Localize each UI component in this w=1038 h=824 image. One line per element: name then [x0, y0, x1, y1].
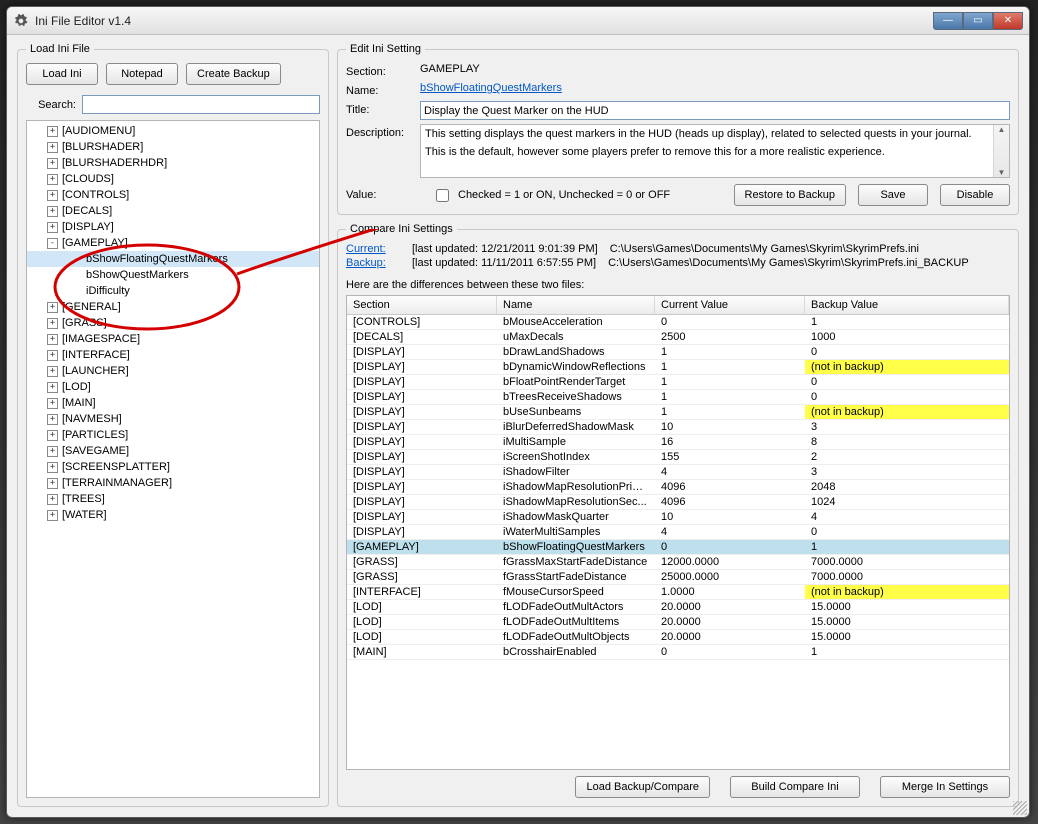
table-row[interactable]: [DISPLAY]bUseSunbeams1(not in backup) [347, 405, 1009, 420]
gear-icon [13, 13, 29, 29]
tree-node[interactable]: +[AUDIOMENU] [27, 123, 319, 139]
value-label: Value: [346, 189, 420, 201]
title-input[interactable] [420, 101, 1010, 120]
table-row[interactable]: [DISPLAY]bTreesReceiveShadows10 [347, 390, 1009, 405]
tree-node[interactable]: +[WATER] [27, 507, 319, 523]
backup-link[interactable]: Backup: [346, 257, 400, 269]
section-label: Section: [346, 63, 420, 78]
table-row[interactable]: [DISPLAY]iShadowMaskQuarter104 [347, 510, 1009, 525]
disable-button[interactable]: Disable [940, 184, 1010, 206]
tree-node[interactable]: +[GENERAL] [27, 299, 319, 315]
tree-node[interactable]: +[DECALS] [27, 203, 319, 219]
tree-node[interactable]: bShowQuestMarkers [27, 267, 319, 283]
merge-settings-button[interactable]: Merge In Settings [880, 776, 1010, 798]
table-row[interactable]: [DISPLAY]iMultiSample168 [347, 435, 1009, 450]
diff-table: Section Name Current Value Backup Value … [346, 295, 1010, 770]
table-row[interactable]: [DISPLAY]iBlurDeferredShadowMask103 [347, 420, 1009, 435]
table-row[interactable]: [DISPLAY]iShadowFilter43 [347, 465, 1009, 480]
tree-node[interactable]: +[SAVEGAME] [27, 443, 319, 459]
load-ini-legend: Load Ini File [26, 43, 94, 55]
table-row[interactable]: [GRASS]fGrassMaxStartFadeDistance12000.0… [347, 555, 1009, 570]
table-row[interactable]: [GAMEPLAY]bShowFloatingQuestMarkers01 [347, 540, 1009, 555]
load-ini-button[interactable]: Load Ini [26, 63, 98, 85]
app-window: Ini File Editor v1.4 — ▭ ✕ Load Ini File… [6, 6, 1030, 818]
table-row[interactable]: [LOD]fLODFadeOutMultActors20.000015.0000 [347, 600, 1009, 615]
table-row[interactable]: [DISPLAY]iShadowMapResolutionSec...40961… [347, 495, 1009, 510]
diff-label: Here are the differences between these t… [346, 279, 1010, 291]
description-label: Description: [346, 124, 420, 139]
tree-node[interactable]: +[SCREENSPLATTER] [27, 459, 319, 475]
minimize-button[interactable]: — [933, 12, 963, 30]
restore-backup-button[interactable]: Restore to Backup [734, 184, 847, 206]
table-row[interactable]: [DISPLAY]iWaterMultiSamples40 [347, 525, 1009, 540]
search-input[interactable] [82, 95, 320, 114]
table-row[interactable]: [CONTROLS]bMouseAcceleration01 [347, 315, 1009, 330]
tree-node[interactable]: iDifficulty [27, 283, 319, 299]
table-row[interactable]: [DISPLAY]bDynamicWindowReflections1(not … [347, 360, 1009, 375]
load-backup-compare-button[interactable]: Load Backup/Compare [575, 776, 710, 798]
tree-node[interactable]: bShowFloatingQuestMarkers [27, 251, 319, 267]
tree-node[interactable]: +[GRASS] [27, 315, 319, 331]
setting-name-link[interactable]: bShowFloatingQuestMarkers [420, 82, 562, 94]
tree-node[interactable]: +[PARTICLES] [27, 427, 319, 443]
maximize-button[interactable]: ▭ [963, 12, 993, 30]
edit-setting-legend: Edit Ini Setting [346, 43, 425, 55]
backup-path: C:\Users\Games\Documents\My Games\Skyrim… [608, 257, 969, 269]
diff-table-body[interactable]: [CONTROLS]bMouseAcceleration01[DECALS]uM… [347, 315, 1009, 769]
compare-panel: Compare Ini Settings Current: [last upda… [337, 223, 1019, 807]
ini-tree[interactable]: +[AUDIOMENU]+[BLURSHADER]+[BLURSHADERHDR… [26, 120, 320, 798]
tree-node[interactable]: +[INTERFACE] [27, 347, 319, 363]
table-row[interactable]: [LOD]fLODFadeOutMultObjects20.000015.000… [347, 630, 1009, 645]
resize-grip[interactable] [1013, 801, 1027, 815]
tree-node[interactable]: +[BLURSHADER] [27, 139, 319, 155]
table-row[interactable]: [GRASS]fGrassStartFadeDistance25000.0000… [347, 570, 1009, 585]
value-checkbox-label: Checked = 1 or ON, Unchecked = 0 or OFF [458, 189, 670, 201]
table-row[interactable]: [DISPLAY]bFloatPointRenderTarget10 [347, 375, 1009, 390]
tree-node[interactable]: +[NAVMESH] [27, 411, 319, 427]
save-button[interactable]: Save [858, 184, 928, 206]
current-path: C:\Users\Games\Documents\My Games\Skyrim… [610, 243, 919, 255]
tree-node[interactable]: +[IMAGESPACE] [27, 331, 319, 347]
col-name[interactable]: Name [497, 296, 655, 314]
table-row[interactable]: [INTERFACE]fMouseCursorSpeed1.0000(not i… [347, 585, 1009, 600]
col-section[interactable]: Section [347, 296, 497, 314]
tree-node[interactable]: +[LOD] [27, 379, 319, 395]
tree-node[interactable]: +[CLOUDS] [27, 171, 319, 187]
edit-setting-panel: Edit Ini Setting Section: GAMEPLAY Name:… [337, 43, 1019, 215]
title-label: Title: [346, 101, 420, 116]
search-label: Search: [26, 99, 76, 111]
table-row[interactable]: [DECALS]uMaxDecals25001000 [347, 330, 1009, 345]
tree-node[interactable]: +[TREES] [27, 491, 319, 507]
backup-updated: [last updated: 11/11/2011 6:57:55 PM] [412, 257, 596, 269]
current-updated: [last updated: 12/21/2011 9:01:39 PM] [412, 243, 598, 255]
build-compare-ini-button[interactable]: Build Compare Ini [730, 776, 860, 798]
table-row[interactable]: [MAIN]bCrosshairEnabled01 [347, 645, 1009, 660]
table-row[interactable]: [DISPLAY]iScreenShotIndex1552 [347, 450, 1009, 465]
tree-node[interactable]: +[DISPLAY] [27, 219, 319, 235]
close-button[interactable]: ✕ [993, 12, 1023, 30]
tree-node[interactable]: +[TERRAINMANAGER] [27, 475, 319, 491]
section-value: GAMEPLAY [420, 63, 1010, 75]
create-backup-button[interactable]: Create Backup [186, 63, 281, 85]
tree-node[interactable]: +[CONTROLS] [27, 187, 319, 203]
table-row[interactable]: [DISPLAY]bDrawLandShadows10 [347, 345, 1009, 360]
tree-node[interactable]: +[BLURSHADERHDR] [27, 155, 319, 171]
table-row[interactable]: [DISPLAY]iShadowMapResolutionPrim...4096… [347, 480, 1009, 495]
table-row[interactable]: [LOD]fLODFadeOutMultItems20.000015.0000 [347, 615, 1009, 630]
compare-legend: Compare Ini Settings [346, 223, 457, 235]
notepad-button[interactable]: Notepad [106, 63, 178, 85]
tree-node[interactable]: -[GAMEPLAY] [27, 235, 319, 251]
description-textarea[interactable]: This setting displays the quest markers … [420, 124, 1010, 178]
value-checkbox[interactable] [436, 189, 449, 202]
window-title: Ini File Editor v1.4 [35, 14, 131, 28]
col-current[interactable]: Current Value [655, 296, 805, 314]
scrollbar[interactable]: ▲▼ [993, 125, 1009, 177]
load-ini-panel: Load Ini File Load Ini Notepad Create Ba… [17, 43, 329, 807]
name-label: Name: [346, 82, 420, 97]
col-backup[interactable]: Backup Value [805, 296, 1009, 314]
tree-node[interactable]: +[MAIN] [27, 395, 319, 411]
tree-node[interactable]: +[LAUNCHER] [27, 363, 319, 379]
titlebar[interactable]: Ini File Editor v1.4 — ▭ ✕ [7, 7, 1029, 35]
current-link[interactable]: Current: [346, 243, 400, 255]
